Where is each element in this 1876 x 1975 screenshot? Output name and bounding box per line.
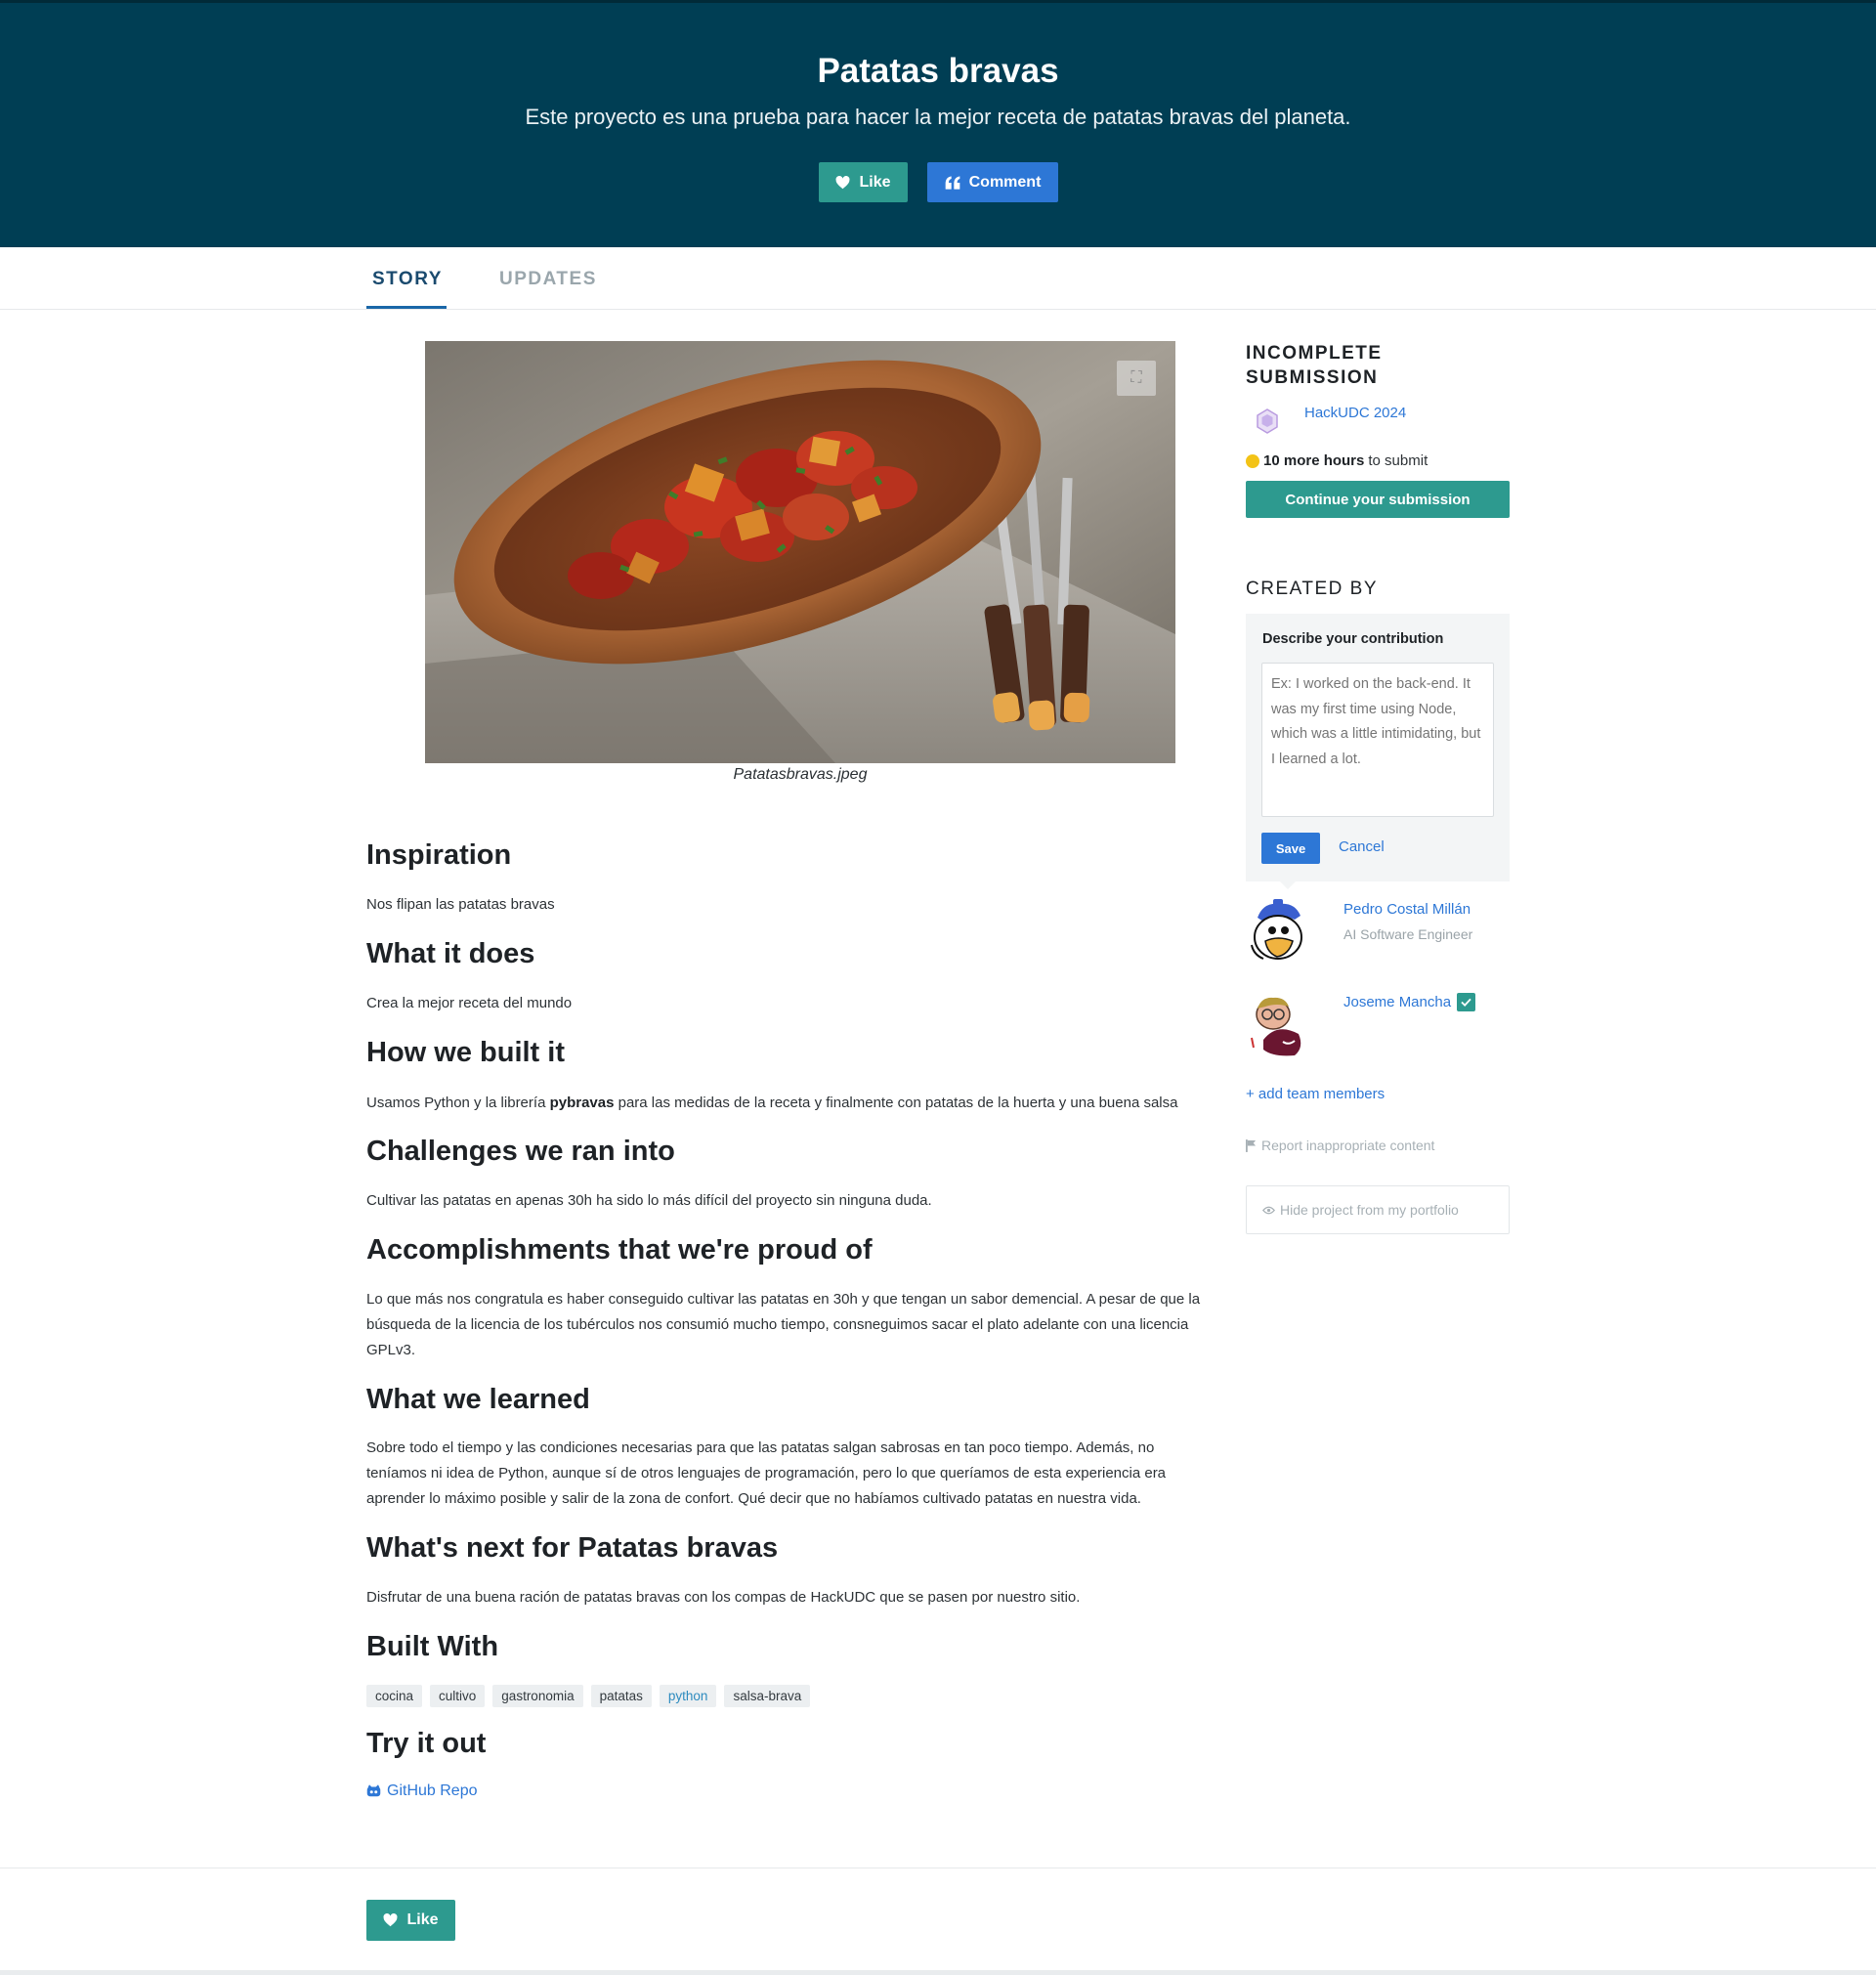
body-text: para las medidas de la receta y finalmen… — [614, 1095, 1178, 1111]
body-what-we-learned: Sobre todo el tiempo y las condiciones n… — [366, 1439, 1167, 1507]
heart-icon — [384, 1913, 398, 1927]
tab-updates[interactable]: UPDATES — [499, 269, 597, 290]
tag-python[interactable]: python — [659, 1685, 717, 1707]
bottom-like-label: Like — [406, 1911, 439, 1928]
image-caption: Patatasbravas.jpeg — [733, 766, 868, 783]
continue-submission-button[interactable]: Continue your submission — [1246, 481, 1510, 518]
tab-story[interactable]: STORY — [372, 269, 443, 290]
github-repo-link[interactable]: GitHub Repo — [366, 1782, 478, 1800]
heading-whats-next: What's next for Patatas bravas — [366, 1532, 779, 1564]
deadline-hours: 10 more hours — [1263, 452, 1365, 469]
avatar[interactable] — [1244, 896, 1312, 965]
bottom-like-button[interactable]: Like — [366, 1900, 455, 1941]
heading-what-we-learned: What we learned — [366, 1384, 590, 1415]
save-button[interactable]: Save — [1261, 833, 1320, 864]
hide-project-label: Hide project from my portfolio — [1280, 1202, 1459, 1218]
eye-icon — [1262, 1206, 1275, 1214]
comment-button[interactable]: Comment — [927, 162, 1058, 202]
heading-built-with: Built With — [366, 1631, 499, 1662]
form-pointer — [1280, 881, 1296, 889]
report-content-link[interactable]: Report inappropriate content — [1246, 1138, 1434, 1153]
tag-cultivo: cultivo — [430, 1685, 486, 1707]
heading-try-it-out: Try it out — [366, 1728, 487, 1759]
built-with-tags: cocina cultivo gastronomia patatas pytho… — [366, 1685, 811, 1707]
deadline-text: to submit — [1368, 452, 1428, 469]
body-accomplishments: Lo que más nos congratula es haber conse… — [366, 1291, 1201, 1358]
heading-how-we-built-it: How we built it — [366, 1037, 565, 1068]
submission-status-line2: SUBMISSION — [1246, 367, 1379, 388]
report-label: Report inappropriate content — [1261, 1138, 1435, 1153]
like-button[interactable]: Like — [819, 162, 908, 202]
tag-cocina: cocina — [366, 1685, 423, 1707]
comment-button-label: Comment — [968, 173, 1042, 191]
submission-deadline: 10 more hours to submit — [1246, 452, 1428, 469]
active-tab-indicator — [366, 306, 447, 309]
heading-challenges: Challenges we ran into — [366, 1136, 675, 1167]
heart-icon — [836, 175, 850, 189]
project-tagline: Este proyecto es una prueba para hacer l… — [525, 105, 1351, 129]
body-challenges: Cultivar las patatas en apenas 30h ha si… — [366, 1192, 932, 1209]
submission-status-line1: INCOMPLETE — [1246, 343, 1383, 364]
submission-status-heading: INCOMPLETE SUBMISSION — [1246, 341, 1383, 390]
contribution-label: Describe your contribution — [1262, 631, 1444, 647]
body-inspiration: Nos flipan las patatas bravas — [366, 896, 555, 913]
tab-bar: STORY UPDATES — [0, 247, 1876, 310]
member-name-verified[interactable]: Joseme Mancha — [1343, 993, 1476, 1011]
heading-accomplishments: Accomplishments that we're proud of — [366, 1234, 873, 1266]
verified-check-icon — [1457, 993, 1476, 1011]
library-name: pybravas — [549, 1095, 615, 1111]
body-text: Usamos Python y la librería — [366, 1095, 550, 1111]
hackathon-logo — [1257, 408, 1278, 434]
body-what-it-does: Crea la mejor receta del mundo — [366, 995, 573, 1011]
add-team-members-link[interactable]: + add team members — [1246, 1086, 1385, 1102]
footer-band — [0, 1970, 1876, 1975]
project-header: Patatas bravas Este proyecto es una prue… — [0, 0, 1876, 247]
heading-inspiration: Inspiration — [366, 839, 512, 871]
cancel-button[interactable]: Cancel — [1339, 838, 1385, 855]
hackathon-link[interactable]: HackUDC 2024 — [1304, 405, 1406, 421]
member-role: AI Software Engineer — [1343, 926, 1473, 942]
contribution-form: Describe your contribution Save Cancel — [1246, 614, 1510, 881]
body-whats-next: Disfrutar de una buena ración de patatas… — [366, 1589, 1081, 1606]
project-title: Patatas bravas — [817, 52, 1059, 90]
member-name[interactable]: Pedro Costal Millán — [1343, 901, 1471, 918]
like-button-label: Like — [859, 173, 891, 191]
flag-icon — [1246, 1138, 1257, 1152]
created-by-heading: CREATED BY — [1246, 579, 1379, 599]
heading-what-it-does: What it does — [366, 938, 535, 969]
project-image[interactable] — [425, 341, 1175, 763]
tag-patatas: patatas — [590, 1685, 652, 1707]
contribution-textarea[interactable] — [1261, 663, 1494, 817]
github-repo-label: GitHub Repo — [387, 1782, 478, 1799]
clock-icon — [1246, 453, 1259, 468]
tag-salsa-brava: salsa-brava — [724, 1685, 811, 1707]
body-how-we-built-it: Usamos Python y la librería pybravas par… — [366, 1091, 1246, 1116]
patatas-bravas-photo — [425, 341, 1175, 763]
expand-icon[interactable]: ⛶ — [1117, 361, 1156, 396]
member-name: Joseme Mancha — [1343, 994, 1452, 1010]
github-icon — [366, 1784, 381, 1797]
hide-project-button[interactable]: Hide project from my portfolio — [1246, 1185, 1510, 1234]
tag-gastronomia: gastronomia — [492, 1685, 583, 1707]
quote-icon — [945, 175, 959, 190]
avatar[interactable] — [1244, 989, 1312, 1057]
